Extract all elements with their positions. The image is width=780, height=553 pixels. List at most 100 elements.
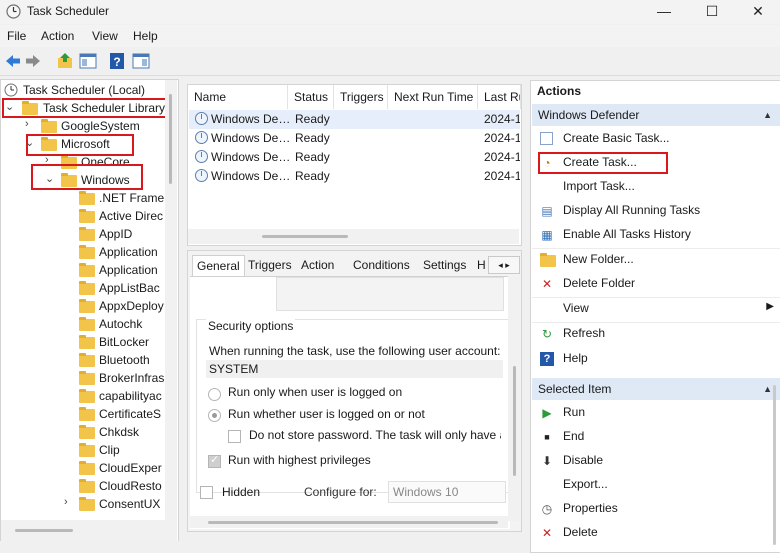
tree-item-googlesystem[interactable]: › GoogleSystem: [1, 117, 171, 135]
tree-vertical-scrollbar[interactable]: [165, 80, 177, 520]
chevron-right-icon[interactable]: ›: [64, 496, 68, 508]
action-import-task[interactable]: Import Task...: [532, 176, 780, 198]
tree-item-task-scheduler-local[interactable]: Task Scheduler (Local): [1, 81, 171, 99]
tree-item-subfolder[interactable]: BitLocker: [1, 333, 164, 351]
tab-general[interactable]: General: [192, 255, 245, 276]
tree-item-subfolder[interactable]: Application: [1, 261, 164, 279]
actions-vertical-scrollbar[interactable]: [769, 105, 780, 551]
task-scheduler-clock-icon: [6, 4, 21, 19]
task-row[interactable]: Windows De… Ready 2024-1: [189, 110, 520, 129]
forward-arrow-icon[interactable]: [24, 52, 42, 70]
action-export[interactable]: Export...: [532, 474, 780, 496]
action-display-running-tasks[interactable]: ▤ Display All Running Tasks: [532, 200, 780, 222]
task-row[interactable]: Windows De… Ready 2024-1: [189, 129, 520, 148]
help-icon[interactable]: ?: [108, 52, 126, 70]
task-clock-icon: [195, 131, 208, 144]
tree-label: CloudExper: [99, 461, 162, 475]
show-hide-tree-icon[interactable]: [79, 52, 97, 70]
task-status: Ready: [295, 112, 330, 126]
tree-item-subfolder[interactable]: AppID: [1, 225, 164, 243]
action-enable-history[interactable]: ▦ Enable All Tasks History: [532, 224, 780, 246]
action-run[interactable]: ▶ Run: [532, 402, 780, 424]
maximize-button[interactable]: ☐: [690, 0, 734, 24]
tree-item-subfolder[interactable]: CertificateS: [1, 405, 164, 423]
action-refresh[interactable]: ↻ Refresh: [532, 323, 780, 345]
action-help[interactable]: ? Help: [532, 348, 780, 370]
menu-action[interactable]: Action: [41, 29, 74, 43]
highest-privileges-checkbox[interactable]: [208, 453, 221, 468]
back-arrow-icon[interactable]: [4, 52, 22, 70]
tree-item-subfolder[interactable]: CloudResto: [1, 477, 164, 495]
show-hide-action-pane-icon[interactable]: [132, 52, 150, 70]
tree-item-subfolder[interactable]: Autochk: [1, 315, 164, 333]
configure-for-dropdown[interactable]: Windows 10: [388, 481, 506, 503]
tree-item-subfolder[interactable]: AppListBac: [1, 279, 164, 297]
tree-item-subfolder[interactable]: capabilityac: [1, 387, 164, 405]
tree-label: Autochk: [99, 317, 143, 331]
task-list-horizontal-scrollbar[interactable]: [188, 229, 519, 244]
task-row[interactable]: Windows De… Ready 2024-1: [189, 167, 520, 186]
folder-icon: [79, 191, 95, 205]
tab-actions[interactable]: Action: [297, 255, 338, 275]
action-new-folder[interactable]: New Folder...: [532, 249, 780, 271]
security-options-header: Security options: [206, 319, 296, 333]
folder-icon: [79, 443, 95, 457]
tab-conditions[interactable]: Conditions: [349, 255, 414, 275]
hidden-checkbox[interactable]: [200, 486, 213, 499]
section-windows-defender[interactable]: Windows Defender ▲: [532, 104, 780, 126]
tree-item-subfolder[interactable]: Active Direc: [1, 207, 164, 225]
close-button[interactable]: ✕: [736, 0, 780, 24]
minimize-button[interactable]: —: [642, 0, 686, 24]
run-logged-on-radio[interactable]: [208, 388, 221, 401]
action-delete[interactable]: ✕ Delete: [532, 522, 780, 551]
tab-settings[interactable]: Settings: [419, 255, 470, 275]
task-row[interactable]: Windows De… Ready 2024-1: [189, 148, 520, 167]
up-folder-icon[interactable]: [56, 52, 74, 70]
task-name: Windows De…: [211, 131, 291, 145]
details-vertical-scrollbar[interactable]: [508, 276, 520, 521]
tree-item-subfolder[interactable]: Application: [1, 243, 164, 261]
tree-item-subfolder[interactable]: Clip: [1, 441, 164, 459]
folder-icon: [79, 407, 95, 421]
details-horizontal-scrollbar[interactable]: [190, 516, 508, 528]
menu-file[interactable]: File: [7, 29, 26, 43]
action-label: Properties: [563, 501, 618, 515]
tree-label: Bluetooth: [99, 353, 150, 367]
column-header-last-run[interactable]: Last Ru: [478, 85, 521, 109]
do-not-store-password-checkbox[interactable]: [228, 430, 241, 443]
column-header-triggers[interactable]: Triggers: [334, 85, 388, 109]
action-disable[interactable]: ⬇ Disable: [532, 450, 780, 472]
configure-for-label: Configure for:: [304, 485, 377, 499]
tab-triggers[interactable]: Triggers: [244, 255, 296, 275]
tree-item-subfolder[interactable]: BrokerInfras: [1, 369, 164, 387]
actions-header: Actions: [537, 84, 582, 98]
tree-item-subfolder[interactable]: › ConsentUX: [1, 495, 164, 513]
action-delete-folder[interactable]: ✕ Delete Folder: [532, 273, 780, 295]
run-play-icon: ▶: [542, 406, 552, 420]
tab-scroll-arrows[interactable]: ◂ ▸: [488, 256, 520, 274]
column-header-name[interactable]: Name: [188, 85, 288, 109]
menu-view[interactable]: View: [92, 29, 118, 43]
action-end[interactable]: ■ End: [532, 426, 780, 448]
column-header-status[interactable]: Status: [288, 85, 334, 109]
tree-label: AppxDeploy: [99, 299, 164, 313]
action-view[interactable]: View ▶: [532, 298, 780, 320]
task-name: Windows De…: [211, 169, 291, 183]
tree-item-subfolder[interactable]: AppxDeploy: [1, 297, 164, 315]
tree-item-subfolder[interactable]: Bluetooth: [1, 351, 164, 369]
column-header-next-run-time[interactable]: Next Run Time: [388, 85, 478, 109]
run-whether-logged-on-radio[interactable]: [208, 409, 221, 422]
tree-item-subfolder[interactable]: CloudExper: [1, 459, 164, 477]
tree-item-subfolder[interactable]: Chkdsk: [1, 423, 164, 441]
action-create-basic-task[interactable]: Create Basic Task...: [532, 128, 780, 150]
tree-horizontal-scrollbar[interactable]: [1, 520, 177, 541]
action-label: New Folder...: [563, 252, 634, 266]
menu-help[interactable]: Help: [133, 29, 158, 43]
action-properties[interactable]: ◷ Properties: [532, 498, 780, 520]
chevron-right-icon[interactable]: ›: [25, 118, 29, 130]
user-account-label: When running the task, use the following…: [209, 344, 501, 358]
tree-item-subfolder[interactable]: .NET Frame: [1, 189, 164, 207]
section-selected-item[interactable]: Selected Item ▲: [532, 378, 780, 400]
tree-label: GoogleSystem: [61, 119, 140, 133]
task-last-run: 2024-1: [484, 131, 520, 145]
